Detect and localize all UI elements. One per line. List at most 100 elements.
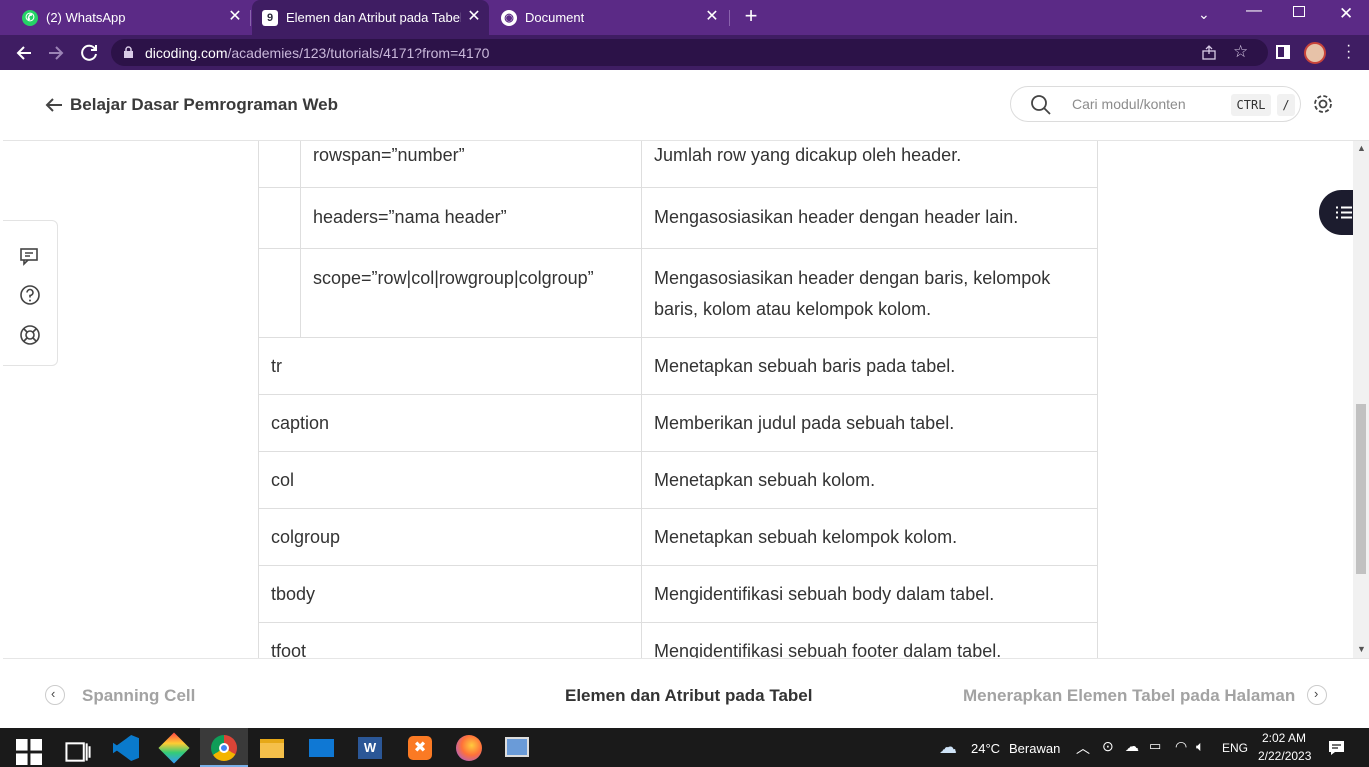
next-button[interactable]: › (1307, 685, 1327, 705)
previous-button[interactable]: ‹ (45, 685, 65, 705)
search-icon (1031, 95, 1051, 115)
input-language[interactable]: ENG (1222, 741, 1248, 755)
page-header: Belajar Dasar Pemrograman Web Cari modul… (3, 70, 1369, 141)
table-row: caption Memberikan judul pada sebuah tab… (258, 395, 1098, 452)
help-icon[interactable] (19, 284, 41, 306)
scroll-up-arrow[interactable]: ▲ (1357, 143, 1366, 153)
table-row: rowspan=”number” Jumlah row yang dicakup… (258, 141, 1098, 188)
table-row: tfoot Mengidentifikasi sebuah footer dal… (258, 623, 1098, 658)
element-cell: caption (271, 413, 330, 433)
element-cell: tfoot (271, 641, 307, 658)
close-tab-icon[interactable]: ✕ (226, 8, 244, 26)
previous-module-link[interactable]: Spanning Cell (82, 686, 195, 706)
description-cell: Mengidentifikasi sebuah footer dalam tab… (654, 641, 1002, 658)
globe-icon: ◉ (501, 9, 517, 26)
description-cell: Mengasosiasikan header dengan header lai… (654, 207, 1019, 227)
windows-start-icon[interactable] (16, 739, 42, 765)
arrow-left-icon[interactable] (45, 97, 63, 113)
minimize-button[interactable]: — (1246, 2, 1262, 20)
side-panel-icon[interactable] (1276, 45, 1290, 59)
tab-title: (2) WhatsApp (46, 10, 126, 25)
tab-title: Elemen dan Atribut pada Tabel | D (286, 10, 461, 25)
module-navigation: ‹ Spanning Cell Elemen dan Atribut pada … (3, 658, 1369, 728)
share-icon[interactable] (1201, 45, 1217, 61)
table-row: tbody Mengidentifikasi sebuah body dalam… (258, 566, 1098, 623)
discussion-icon[interactable] (19, 245, 41, 267)
chevron-up-icon[interactable]: ︿ (1076, 738, 1090, 758)
reload-icon[interactable] (78, 42, 100, 64)
next-module-link[interactable]: Menerapkan Elemen Tabel pada Halaman (963, 686, 1295, 706)
search-placeholder: Cari modul/konten (1072, 96, 1186, 112)
tab-title: Document (525, 10, 585, 25)
scrollbar[interactable]: ▲ ▼ (1353, 141, 1369, 658)
bookmark-star-icon[interactable]: ☆ (1233, 42, 1248, 62)
description-cell: Memberikan judul pada sebuah tabel. (654, 413, 955, 433)
scrollbar-thumb[interactable] (1356, 404, 1366, 574)
browser-toolbar: dicoding.com/academies/123/tutorials/417… (0, 35, 1369, 70)
restore-button[interactable] (1293, 6, 1305, 17)
close-tab-icon[interactable]: ✕ (703, 8, 721, 26)
mail-icon[interactable] (309, 739, 334, 757)
table-row: colgroup Menetapkan sebuah kelompok kolo… (258, 509, 1098, 566)
lock-icon[interactable] (123, 46, 134, 59)
course-title[interactable]: Belajar Dasar Pemrograman Web (70, 95, 338, 115)
clock-time[interactable]: 2:02 AM (1262, 731, 1306, 745)
element-cell: col (271, 470, 295, 490)
menu-dots-icon[interactable]: · · · (1346, 38, 1351, 66)
file-explorer-icon[interactable] (260, 739, 284, 758)
network-icon[interactable]: ⊙ (1102, 738, 1114, 755)
element-cell: colgroup (271, 527, 341, 547)
new-tab-button[interactable]: + (740, 4, 762, 28)
description-cell: Mengidentifikasi sebuah body dalam tabel… (654, 584, 995, 604)
table-row: scope=”row|col|rowgroup|colgroup” Mengas… (258, 249, 1098, 338)
onedrive-icon[interactable]: ☁ (1125, 738, 1139, 755)
tab-search-icon[interactable]: ⌄ (1198, 6, 1210, 23)
weather-temperature[interactable]: 24°C (971, 741, 1000, 756)
git-app-icon[interactable] (158, 732, 190, 764)
table-row: col Menetapkan sebuah kolom. (258, 452, 1098, 509)
table-row: tr Menetapkan sebuah baris pada tabel. (258, 338, 1098, 395)
scroll-down-arrow[interactable]: ▼ (1357, 644, 1366, 654)
shortcut-ctrl-key: CTRL (1231, 94, 1271, 116)
chrome-icon[interactable] (211, 735, 237, 761)
task-view-icon[interactable] (65, 739, 91, 765)
description-cell-continued: baris, kolom atau kelompok kolom. (654, 299, 932, 319)
xampp-icon[interactable]: ✖ (408, 736, 432, 760)
firefox-icon[interactable] (456, 735, 482, 761)
content-area: rowspan=”number” Jumlah row yang dicakup… (3, 141, 1353, 658)
description-cell: Menetapkan sebuah kelompok kolom. (654, 527, 958, 547)
attribute-cell: rowspan=”number” (313, 145, 465, 165)
dicoding-icon: 9 (262, 9, 278, 26)
back-icon[interactable] (13, 42, 35, 64)
close-tab-icon[interactable]: ✕ (465, 8, 483, 26)
tab-document[interactable]: ◉ Document ✕ (491, 0, 727, 35)
gear-icon[interactable] (1312, 93, 1334, 115)
url-host: dicoding.com (145, 44, 228, 61)
description-cell: Menetapkan sebuah kolom. (654, 470, 876, 490)
close-window-button[interactable]: ✕ (1339, 4, 1353, 24)
volume-icon[interactable]: 🔈︎ (1196, 738, 1204, 755)
profile-avatar[interactable] (1304, 42, 1326, 64)
shortcut-slash-key: / (1277, 94, 1295, 116)
notification-icon[interactable] (1328, 740, 1345, 756)
remote-desktop-icon[interactable] (505, 737, 529, 757)
search-input[interactable]: Cari modul/konten CTRL / (1010, 86, 1301, 122)
tab-whatsapp[interactable]: ✆ (2) WhatsApp ✕ (14, 0, 250, 35)
side-tools-panel (3, 220, 58, 366)
clock-date[interactable]: 2/22/2023 (1258, 749, 1311, 763)
table-row: headers=”nama header” Mengasosiasikan he… (258, 188, 1098, 249)
description-cell: Menetapkan sebuah baris pada tabel. (654, 356, 956, 376)
wifi-icon[interactable]: ◠ (1175, 738, 1187, 755)
weather-description[interactable]: Berawan (1009, 741, 1060, 756)
vscode-icon[interactable] (113, 735, 139, 761)
forward-icon[interactable] (45, 42, 67, 64)
battery-icon[interactable]: ▭ (1149, 738, 1161, 754)
tab-elemen-atribut[interactable]: 9 Elemen dan Atribut pada Tabel | D ✕ (252, 0, 489, 35)
whatsapp-icon: ✆ (22, 9, 38, 26)
description-cell: Mengasosiasikan header dengan baris, kel… (654, 268, 1051, 288)
weather-icon[interactable]: ☁ (939, 737, 957, 758)
url-path: /academies/123/tutorials/4171?from=4170 (227, 44, 490, 61)
support-icon[interactable] (19, 324, 41, 346)
word-icon[interactable]: W (358, 737, 382, 759)
url-bar[interactable]: dicoding.com/academies/123/tutorials/417… (111, 39, 1268, 66)
